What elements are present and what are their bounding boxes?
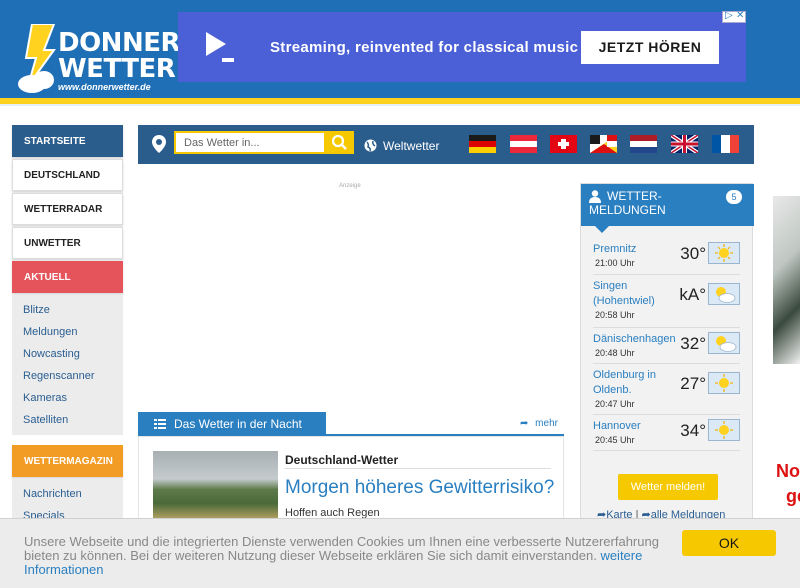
header-stripe-light bbox=[0, 104, 800, 106]
netherlands-flag-icon[interactable] bbox=[630, 135, 657, 153]
nav-unwetter[interactable]: UNWETTER bbox=[12, 227, 123, 259]
weather-reports-panel: WETTER- MELDUNGEN 5 Premnitz 21:00 Uhr 3… bbox=[580, 183, 754, 523]
report-time: 20:58 Uhr bbox=[595, 310, 635, 320]
report-temp: 32° bbox=[680, 334, 706, 353]
nav-deutschland[interactable]: DEUTSCHLAND bbox=[12, 159, 123, 191]
ad-banner[interactable]: Streaming, reinvented for classical musi… bbox=[178, 12, 746, 82]
list-icon bbox=[154, 419, 166, 429]
subnav-regenscanner[interactable]: Regenscanner bbox=[23, 365, 123, 387]
side-ad-image[interactable] bbox=[773, 196, 800, 364]
news-kicker: Deutschland-Wetter bbox=[285, 453, 399, 467]
subnav-nowcasting[interactable]: Nowcasting bbox=[23, 343, 123, 365]
sun-cloud-icon bbox=[708, 332, 740, 354]
weltwetter-link[interactable]: Weltwetter bbox=[383, 139, 439, 153]
sun-cloud-icon bbox=[708, 283, 740, 305]
search-bar: Weltwetter bbox=[138, 125, 754, 164]
location-pin-icon bbox=[152, 135, 166, 153]
ad-cta-button[interactable]: JETZT HÖREN bbox=[581, 31, 719, 64]
cookie-ok-button[interactable]: OK bbox=[682, 530, 776, 556]
header-notch bbox=[595, 226, 609, 233]
side-ad-text[interactable]: No ge bbox=[776, 459, 800, 509]
report-item[interactable]: Oldenburg in Oldenb. 20:47 Uhr 27° bbox=[593, 364, 740, 415]
search-icon bbox=[331, 134, 347, 150]
nav-wetterradar[interactable]: WETTERRADAR bbox=[12, 193, 123, 225]
report-city[interactable]: Dänischenhagen bbox=[593, 332, 683, 347]
germany-flag-icon[interactable] bbox=[469, 135, 496, 153]
report-temp: kA° bbox=[679, 285, 706, 304]
reports-count-badge: 5 bbox=[726, 190, 742, 204]
cookie-text: Unsere Webseite und die integrierten Die… bbox=[24, 534, 659, 577]
news-headline[interactable]: Morgen höheres Gewitterrisiko? bbox=[285, 477, 554, 499]
austria-flag-icon[interactable] bbox=[510, 135, 537, 153]
play-icon bbox=[206, 32, 234, 62]
tab-label: Das Wetter in der Nacht bbox=[174, 417, 302, 431]
news-divider bbox=[285, 468, 551, 469]
sun-icon bbox=[708, 419, 740, 441]
nav-aktuell[interactable]: AKTUELL bbox=[12, 261, 123, 293]
site-header: DONNER WETTER www.donnerwetter.de Stream… bbox=[0, 0, 800, 98]
subnav-nachrichten[interactable]: Nachrichten bbox=[23, 483, 123, 505]
logo-wordmark: DONNER WETTER bbox=[58, 28, 181, 84]
report-city[interactable]: Oldenburg in Oldenb. bbox=[593, 368, 683, 398]
report-time: 20:47 Uhr bbox=[595, 399, 635, 409]
left-navigation: STARTSEITE DEUTSCHLAND WETTERRADAR UNWET… bbox=[12, 125, 123, 531]
nav-startseite[interactable]: STARTSEITE bbox=[12, 125, 123, 157]
cookie-banner: Unsere Webseite und die integrierten Die… bbox=[0, 518, 800, 588]
mehr-link[interactable]: ➦ mehr bbox=[520, 418, 558, 429]
reports-header: WETTER- MELDUNGEN 5 bbox=[581, 184, 754, 226]
globe-icon bbox=[364, 139, 377, 152]
user-icon bbox=[589, 190, 601, 203]
report-temp: 27° bbox=[680, 374, 706, 393]
report-temp: 34° bbox=[680, 421, 706, 440]
reports-list: Premnitz 21:00 Uhr 30° Singen (Hohentwie… bbox=[593, 238, 740, 451]
switzerland-flag-icon[interactable] bbox=[550, 135, 577, 153]
mehr-label: mehr bbox=[535, 418, 558, 429]
subnav-kameras[interactable]: Kameras bbox=[23, 387, 123, 409]
lightning-cloud-icon bbox=[18, 24, 56, 93]
ad-choices-icon[interactable]: ▷ ✕ bbox=[722, 10, 746, 23]
subnav-satelliten[interactable]: Satelliten bbox=[23, 409, 123, 431]
report-item[interactable]: Singen (Hohentwiel) 20:58 Uhr kA° bbox=[593, 275, 740, 328]
aktuell-subnav: Blitze Meldungen Nowcasting Regenscanner… bbox=[12, 295, 123, 435]
report-temp: 30° bbox=[680, 244, 706, 263]
report-item[interactable]: Premnitz 21:00 Uhr 30° bbox=[593, 238, 740, 275]
ad-text: Streaming, reinvented for classical musi… bbox=[270, 39, 579, 56]
report-city[interactable]: Hannover bbox=[593, 419, 683, 434]
tab-wetter-nacht[interactable]: Das Wetter in der Nacht bbox=[138, 412, 326, 436]
reports-title: WETTER- MELDUNGEN bbox=[589, 189, 666, 217]
france-flag-icon[interactable] bbox=[712, 135, 739, 153]
news-card[interactable]: Deutschland-Wetter Morgen höheres Gewitt… bbox=[138, 436, 564, 526]
donnerwetter-logo[interactable]: DONNER WETTER www.donnerwetter.de bbox=[18, 20, 181, 98]
share-arrow-icon: ➦ bbox=[520, 418, 529, 429]
news-thumbnail[interactable] bbox=[153, 451, 278, 521]
subnav-blitze[interactable]: Blitze bbox=[23, 299, 123, 321]
report-city[interactable]: Premnitz bbox=[593, 242, 683, 257]
sun-icon bbox=[708, 372, 740, 394]
report-weather-button[interactable]: Wetter melden! bbox=[618, 474, 718, 500]
subnav-meldungen[interactable]: Meldungen bbox=[23, 321, 123, 343]
logo-url: www.donnerwetter.de bbox=[58, 82, 151, 92]
benelux-flag-icon[interactable] bbox=[590, 135, 617, 153]
report-item[interactable]: Hannover 20:45 Uhr 34° bbox=[593, 415, 740, 451]
report-item[interactable]: Dänischenhagen 20:48 Uhr 32° bbox=[593, 328, 740, 364]
uk-flag-icon[interactable] bbox=[671, 135, 698, 153]
search-input[interactable] bbox=[174, 131, 326, 154]
ad-label: Anzeige bbox=[339, 183, 361, 189]
search-button[interactable] bbox=[326, 131, 354, 154]
nav-wettermagazin[interactable]: WETTERMAGAZIN bbox=[12, 445, 123, 477]
sun-icon bbox=[708, 242, 740, 264]
report-city[interactable]: Singen (Hohentwiel) bbox=[593, 279, 683, 309]
